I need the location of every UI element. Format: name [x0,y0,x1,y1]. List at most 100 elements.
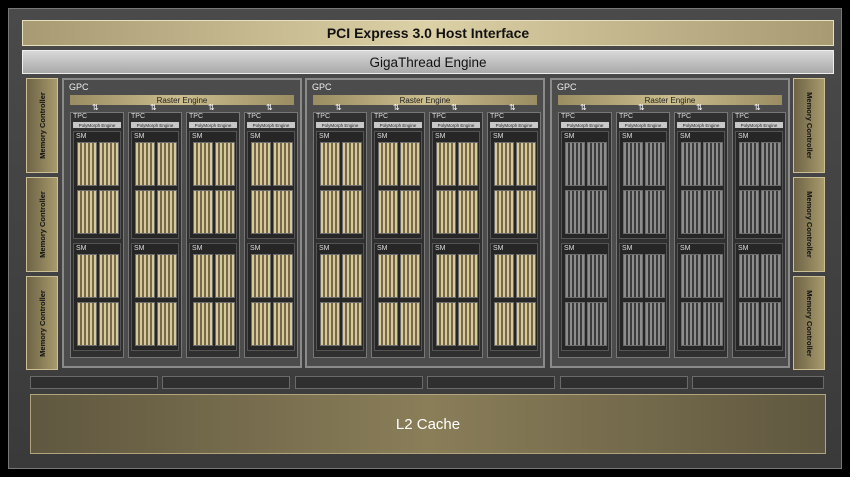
sm-block: SM [490,243,538,351]
tpc-block: TPC PolyMorph Engine SM SM [128,112,182,358]
data-flow-arrows-icon: ⇅ [92,103,99,112]
cuda-core-cluster [645,302,665,346]
polymorph-engine: PolyMorph Engine [189,122,237,128]
cuda-core-cluster [77,302,97,346]
data-flow-arrows-icon: ⇅ [393,103,400,112]
sm-label: SM [134,133,145,140]
polymorph-engine: PolyMorph Engine [619,122,667,128]
polymorph-engine: PolyMorph Engine [316,122,364,128]
cuda-core-cluster [400,142,420,186]
cuda-core-cluster [436,302,456,346]
cuda-core-cluster [251,190,271,234]
memory-controller-label: Memory Controller [37,191,47,258]
cuda-core-cluster [193,190,213,234]
sm-block: SM [131,243,179,351]
cuda-core-cluster [739,142,759,186]
cuda-core-cluster [681,302,701,346]
raster-engine: Raster Engine [313,95,537,105]
sm-label: SM [377,245,388,252]
tpc-block: TPC PolyMorph Engine SM SM [313,112,367,358]
cuda-core-cluster [135,190,155,234]
sm-block: SM [490,131,538,239]
cuda-core-cluster [681,190,701,234]
cuda-core-cluster [703,254,723,298]
sm-label: SM [192,133,203,140]
cuda-core-cluster [703,142,723,186]
tpc-label: TPC [735,113,749,120]
sm-block: SM [316,243,364,351]
tpc-label: TPC [490,113,504,120]
memory-controller-label: Memory Controller [37,92,47,159]
sm-block: SM [677,131,725,239]
sm-block: SM [561,243,609,351]
raster-engine: Raster Engine [70,95,294,105]
cuda-core-cluster [400,254,420,298]
sm-label: SM [435,133,446,140]
sm-label: SM [493,133,504,140]
cuda-core-cluster [645,254,665,298]
cuda-core-cluster [342,254,362,298]
cuda-core-cluster [436,254,456,298]
data-flow-arrows-icon: ⇅ [509,103,516,112]
tpc-block: TPC PolyMorph Engine SM SM [732,112,786,358]
tpc-block: TPC PolyMorph Engine SM SM [371,112,425,358]
cuda-core-cluster [739,302,759,346]
cuda-core-cluster [135,302,155,346]
sm-block: SM [432,131,480,239]
tpc-label: TPC [316,113,330,120]
cuda-core-cluster [681,254,701,298]
cuda-core-cluster [378,190,398,234]
cuda-core-cluster [681,142,701,186]
cuda-core-cluster [565,302,585,346]
cuda-core-cluster [623,254,643,298]
memory-controller-left-2: Memory Controller [26,177,58,272]
sm-label: SM [192,245,203,252]
cuda-core-cluster [135,254,155,298]
cuda-core-cluster [516,254,536,298]
memory-controller-label: Memory Controller [37,289,47,357]
tpc-label: TPC [432,113,446,120]
sm-block: SM [316,131,364,239]
raster-engine: Raster Engine [558,95,782,105]
cuda-core-cluster [565,142,585,186]
sm-label: SM [134,245,145,252]
cuda-core-cluster [436,142,456,186]
cuda-core-cluster [342,302,362,346]
cuda-core-cluster [193,142,213,186]
cuda-core-cluster [565,190,585,234]
sm-block: SM [374,131,422,239]
sm-label: SM [250,133,261,140]
tpc-block: TPC PolyMorph Engine SM SM [487,112,541,358]
sm-block: SM [619,131,667,239]
cuda-core-cluster [400,302,420,346]
cuda-core-cluster [458,302,478,346]
gpc-block: GPC Raster Engine ⇅ TPC PolyMorph Engine SM SM… [62,78,302,368]
cuda-core-cluster [251,302,271,346]
cuda-core-cluster [193,254,213,298]
gigathread-engine: GigaThread Engine [22,50,834,74]
cuda-core-cluster [645,190,665,234]
sm-block: SM [432,243,480,351]
sm-block: SM [677,243,725,351]
cuda-core-cluster [135,142,155,186]
cuda-core-cluster [587,190,607,234]
cuda-core-cluster [761,190,781,234]
sm-label: SM [319,245,330,252]
cuda-core-cluster [378,142,398,186]
gpc-label: GPC [312,82,332,92]
cuda-core-cluster [77,190,97,234]
l2-cache: L2 Cache [30,394,826,454]
cuda-core-cluster [587,142,607,186]
cuda-core-cluster [273,190,293,234]
crossbar-segment [560,376,688,389]
cuda-core-cluster [157,142,177,186]
tpc-block: TPC PolyMorph Engine SM SM [70,112,124,358]
cuda-core-cluster [99,142,119,186]
tpc-label: TPC [677,113,691,120]
data-flow-arrows-icon: ⇅ [451,103,458,112]
memory-controller-label: Memory Controller [804,289,814,357]
sm-block: SM [735,131,783,239]
cuda-core-cluster [739,190,759,234]
cuda-core-cluster [565,254,585,298]
cuda-core-cluster [494,254,514,298]
